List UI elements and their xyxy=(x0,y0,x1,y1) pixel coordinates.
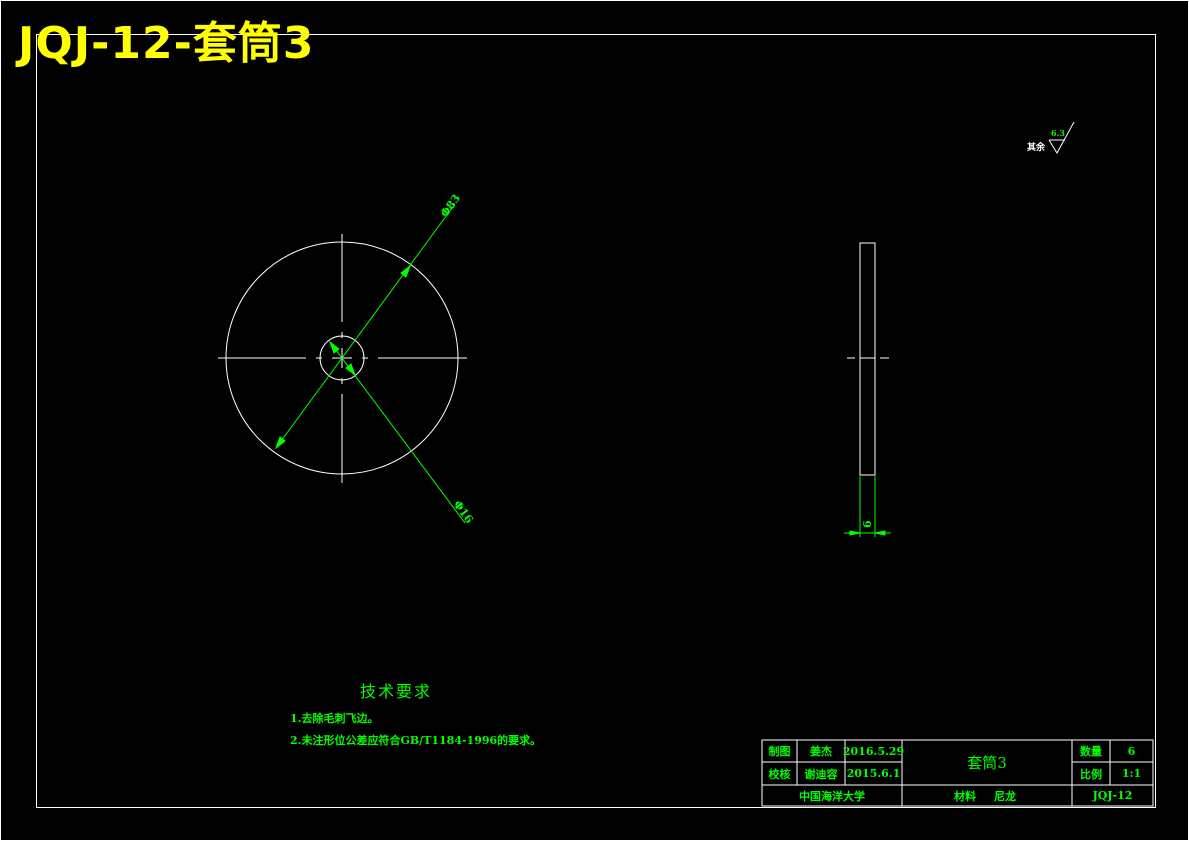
tb-drawn-label: 制图 xyxy=(768,745,791,758)
tb-drawn-by: 姜杰 xyxy=(810,745,832,758)
dim-outer-diameter-text: Φ83 xyxy=(438,192,463,220)
surface-finish-prefix: 其余 xyxy=(1027,141,1046,153)
tb-checked-date: 2015.6.1 xyxy=(846,767,901,780)
tb-part-name: 套筒3 xyxy=(967,754,1007,772)
tech-requirement-2: 2.未注形位公差应符合GB/T1184-1996的要求。 xyxy=(290,734,542,747)
tb-drawn-date: 2016.5.29 xyxy=(842,744,905,758)
surface-finish-value: 6.3 xyxy=(1051,128,1065,138)
cad-drawing: Φ83 Φ16 6 6.3 其余 xyxy=(218,121,1154,807)
dim-inner-diameter-text: Φ16 xyxy=(451,498,476,526)
tech-requirement-1: 1.去除毛刺飞边。 xyxy=(290,712,379,725)
side-view xyxy=(844,242,891,537)
tb-qty-value: 6 xyxy=(1127,744,1136,758)
tb-school: 中国海洋大学 xyxy=(799,789,865,803)
tb-drawing-no: JQJ-12 xyxy=(1092,789,1133,802)
side-profile xyxy=(859,242,876,476)
tb-scale-label: 比例 xyxy=(1080,767,1102,781)
tb-checked-by: 谢迪容 xyxy=(804,767,838,781)
dim-inner-diameter xyxy=(328,340,466,524)
dim-thickness-text: 6 xyxy=(861,520,874,528)
tb-material-label: 材料 xyxy=(954,789,976,803)
dim-outer-diameter xyxy=(274,203,456,450)
tb-scale-value: 1:1 xyxy=(1121,767,1142,780)
tb-qty-label: 数量 xyxy=(1080,745,1102,758)
tech-requirements-heading: 技术要求 xyxy=(360,682,433,701)
front-view xyxy=(218,203,467,524)
tb-checked-label: 校核 xyxy=(768,767,791,781)
tb-material-value: 尼龙 xyxy=(994,789,1016,803)
